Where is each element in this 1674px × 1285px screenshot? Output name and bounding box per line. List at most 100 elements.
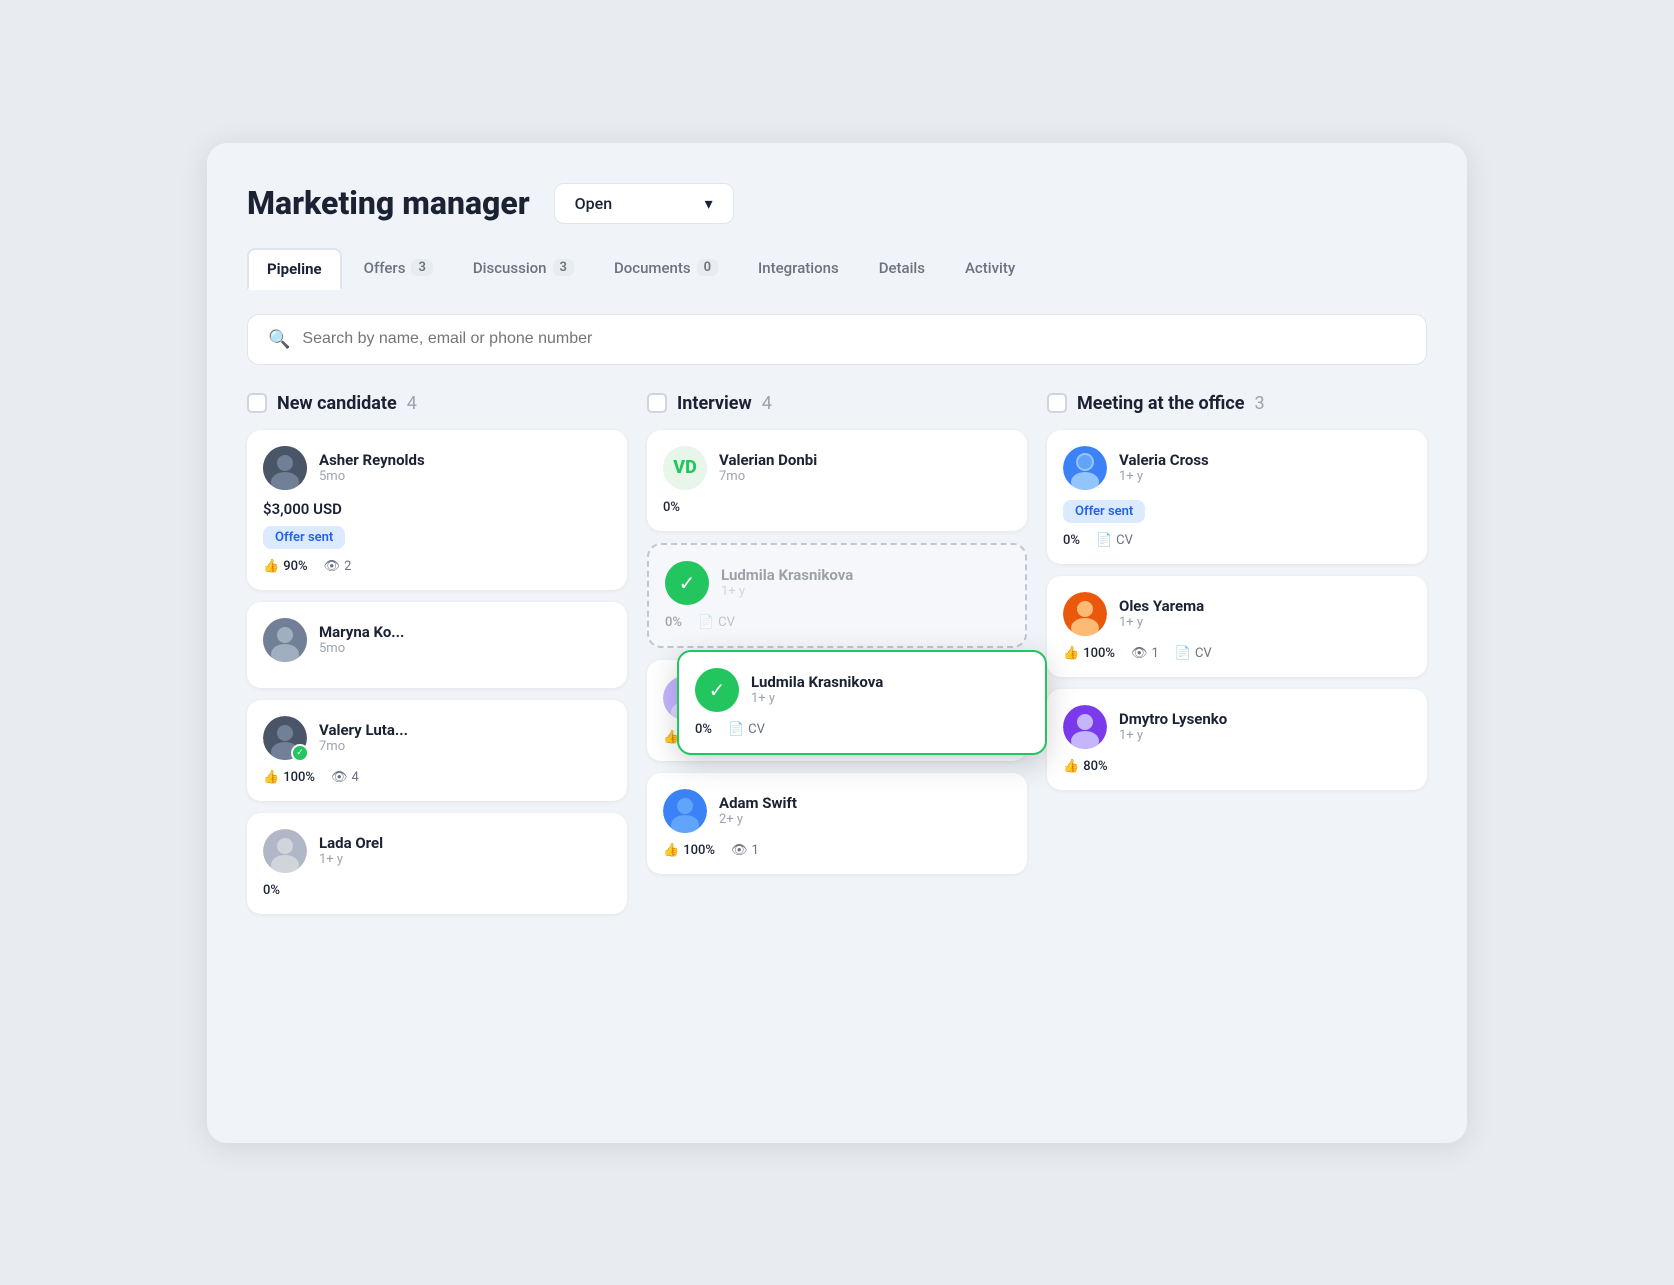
pipeline-board: New candidate 4 Asher Reynolds 5m	[247, 393, 1427, 926]
avatar-lada	[263, 829, 307, 873]
avatar-asher	[263, 446, 307, 490]
status-label: Open	[575, 194, 613, 213]
progress-lada: 0%	[263, 883, 280, 898]
card-lada[interactable]: Lada Orel 1+ y 0%	[247, 813, 627, 914]
view-count-oles: 1	[1151, 646, 1158, 661]
footer-views-adam: 👁 1	[731, 843, 759, 858]
column-interview: Interview 4 VD Valerian Donbi 7mo 0%	[647, 393, 1027, 886]
candidate-name-adam: Adam Swift	[719, 794, 1011, 812]
tab-documents[interactable]: Documents 0	[596, 249, 736, 289]
tab-offers[interactable]: Offers 3	[346, 249, 451, 289]
eye-icon: 👁	[331, 770, 348, 785]
drag-preview-footer: 0% 📄 CV	[695, 722, 1029, 737]
tab-activity[interactable]: Activity	[947, 249, 1033, 289]
footer-likes-adam: 👍 100%	[663, 843, 715, 858]
candidate-name-valerian: Valerian Donbi	[719, 451, 1011, 469]
candidate-time-valerian: 7mo	[719, 469, 1011, 484]
card-valerian-top: VD Valerian Donbi 7mo	[663, 446, 1011, 490]
tab-details[interactable]: Details	[861, 249, 943, 289]
progress-ludmila-ph: 0%	[665, 615, 682, 630]
search-icon: 🔍	[268, 329, 290, 350]
like-icon: 👍	[263, 770, 279, 785]
cv-oles: 📄 CV	[1175, 646, 1212, 661]
like-count-asher: 90%	[283, 559, 307, 574]
card-oles[interactable]: Oles Yarema 1+ y 👍 100% 👁 1 📄	[1047, 576, 1427, 677]
col-title-interview: Interview	[677, 393, 752, 414]
card-adam-top: Adam Swift 2+ y	[663, 789, 1011, 833]
like-icon: 👍	[263, 559, 279, 574]
view-count-asher: 2	[344, 559, 351, 574]
search-input[interactable]	[302, 330, 1406, 348]
card-dmytro-info: Dmytro Lysenko 1+ y	[1119, 710, 1411, 743]
card-footer-oles: 👍 100% 👁 1 📄 CV	[1063, 646, 1411, 661]
card-lada-info: Lada Orel 1+ y	[319, 834, 611, 867]
footer-likes-oles: 👍 100%	[1063, 646, 1115, 661]
tab-discussion[interactable]: Discussion 3	[455, 249, 592, 289]
progress-drag: 0%	[695, 722, 712, 737]
card-valerian-info: Valerian Donbi 7mo	[719, 451, 1011, 484]
candidate-time-dmytro: 1+ y	[1119, 728, 1411, 743]
card-dmytro[interactable]: Dmytro Lysenko 1+ y 👍 80%	[1047, 689, 1427, 790]
col-title-new-candidate: New candidate	[277, 393, 397, 414]
candidate-salary-asher: $3,000 USD	[263, 500, 611, 518]
col-header-new-candidate: New candidate 4	[247, 393, 627, 414]
candidate-name-oles: Oles Yarema	[1119, 597, 1411, 615]
cv-label-drag: CV	[748, 722, 765, 737]
col-checkbox-new-candidate[interactable]	[247, 393, 267, 413]
col-checkbox-interview[interactable]	[647, 393, 667, 413]
column-new-candidate: New candidate 4 Asher Reynolds 5m	[247, 393, 627, 926]
card-footer-dmytro: 👍 80%	[1063, 759, 1411, 774]
card-ludmila-ph-top: ✓ Ludmila Krasnikova 1+ y	[665, 561, 1009, 605]
candidate-time-valeria: 1+ y	[1119, 469, 1411, 484]
tab-documents-label: Documents	[614, 259, 691, 277]
col-checkbox-meeting[interactable]	[1047, 393, 1067, 413]
col-header-interview: Interview 4	[647, 393, 1027, 414]
avatar-valerian: VD	[663, 446, 707, 490]
app-container: Marketing manager Open ▾ Pipeline Offers…	[207, 143, 1467, 1143]
footer-likes-asher: 👍 90%	[263, 559, 308, 574]
doc-icon: 📄	[1175, 646, 1191, 661]
progress-valeria: 0%	[1063, 533, 1080, 548]
card-valery[interactable]: ✓ Valery Luta... 7mo 👍 100% 👁 4	[247, 700, 627, 801]
candidate-name-ludmila-ph: Ludmila Krasnikova	[721, 566, 1009, 584]
candidate-name-dmytro: Dmytro Lysenko	[1119, 710, 1411, 728]
header: Marketing manager Open ▾	[247, 183, 1427, 224]
card-footer-asher: 👍 90% 👁 2	[263, 559, 611, 574]
like-count-valery: 100%	[283, 770, 315, 785]
card-valerian[interactable]: VD Valerian Donbi 7mo 0%	[647, 430, 1027, 531]
footer-views-asher: 👁 2	[324, 559, 352, 574]
card-footer-valeria: 0% 📄 CV	[1063, 533, 1411, 548]
candidate-name-valeria: Valeria Cross	[1119, 451, 1411, 469]
card-asher-info: Asher Reynolds 5mo	[319, 451, 611, 484]
card-adam[interactable]: Adam Swift 2+ y 👍 100% 👁 1	[647, 773, 1027, 874]
tab-integrations[interactable]: Integrations	[740, 249, 857, 289]
candidate-time-oles: 1+ y	[1119, 615, 1411, 630]
card-maryna[interactable]: Maryna Ko... 5mo	[247, 602, 627, 688]
card-asher[interactable]: Asher Reynolds 5mo $3,000 USD Offer sent…	[247, 430, 627, 590]
tab-integrations-label: Integrations	[758, 259, 839, 277]
footer-likes-dmytro: 👍 80%	[1063, 759, 1108, 774]
doc-icon-drag: 📄	[728, 722, 744, 737]
footer-views-valery: 👁 4	[331, 770, 359, 785]
cv-label: CV	[1195, 646, 1212, 661]
tab-pipeline[interactable]: Pipeline	[247, 248, 342, 290]
card-asher-top: Asher Reynolds 5mo	[263, 446, 611, 490]
card-footer-adam: 👍 100% 👁 1	[663, 843, 1011, 858]
tab-activity-label: Activity	[965, 259, 1015, 277]
avatar-oles	[1063, 592, 1107, 636]
avatar-ludmila-ph-wrap: ✓	[665, 561, 709, 605]
col-count-new-candidate: 4	[407, 393, 417, 414]
tab-discussion-badge: 3	[553, 259, 574, 276]
status-dropdown[interactable]: Open ▾	[554, 183, 734, 224]
col-header-meeting: Meeting at the office 3	[1047, 393, 1427, 414]
col-count-interview: 4	[762, 393, 772, 414]
eye-icon: 👁	[731, 843, 748, 858]
card-oles-top: Oles Yarema 1+ y	[1063, 592, 1411, 636]
card-valeria[interactable]: Valeria Cross 1+ y Offer sent 0% 📄 CV	[1047, 430, 1427, 564]
avatar-valery-wrap: ✓	[263, 716, 307, 760]
footer-views-oles: 👁 1	[1131, 646, 1159, 661]
col-title-meeting: Meeting at the office	[1077, 393, 1244, 414]
candidate-time-drag: 1+ y	[751, 691, 1029, 706]
cv-valeria: 📄 CV	[1096, 533, 1133, 548]
tab-discussion-label: Discussion	[473, 259, 547, 277]
